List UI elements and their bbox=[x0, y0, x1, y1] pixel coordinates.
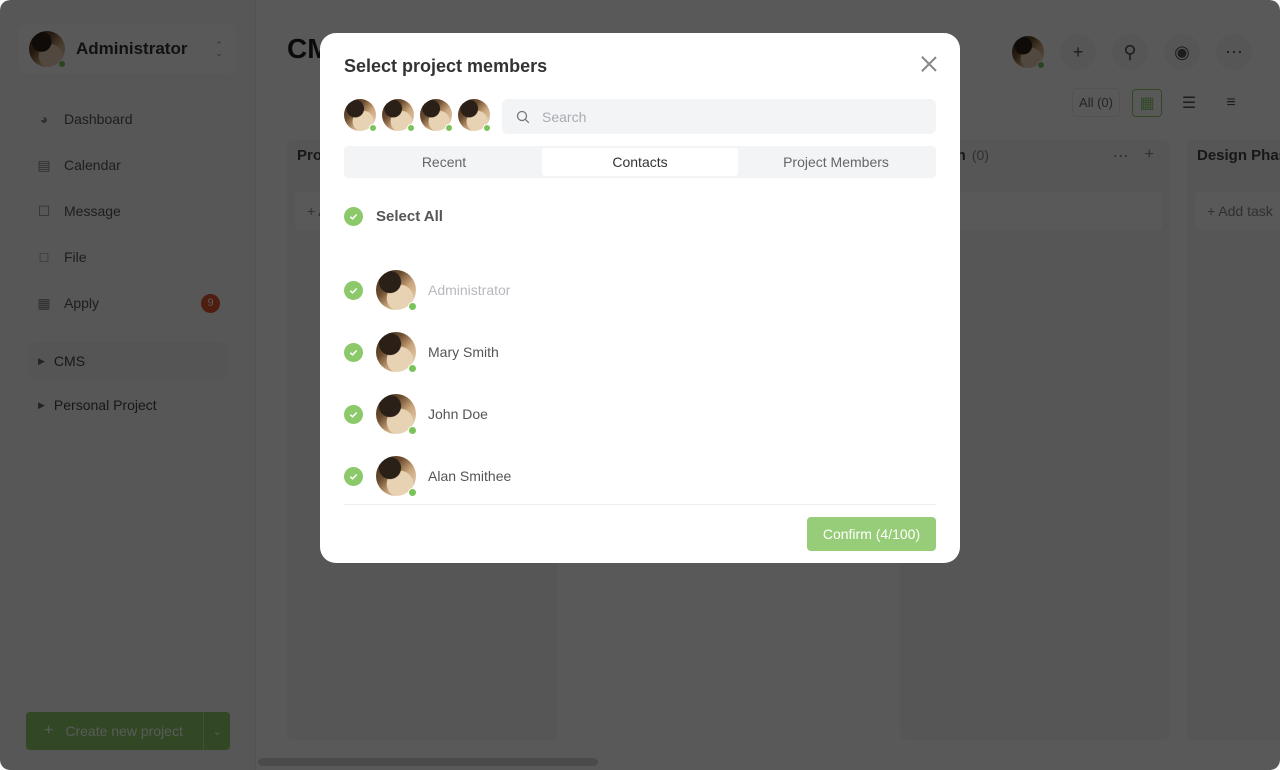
member-avatar bbox=[376, 394, 417, 435]
close-icon[interactable] bbox=[918, 53, 940, 75]
online-indicator bbox=[407, 124, 415, 132]
member-name: Alan Smithee bbox=[428, 468, 512, 484]
member-row[interactable]: Mary Smith bbox=[344, 321, 936, 383]
tab-contacts[interactable]: Contacts bbox=[542, 148, 738, 176]
tab-project-members[interactable]: Project Members bbox=[738, 148, 934, 176]
member-row[interactable]: John Doe bbox=[344, 383, 936, 445]
member-source-tabs: Recent Contacts Project Members bbox=[344, 146, 936, 178]
member-name: Administrator bbox=[428, 282, 511, 298]
search-field[interactable] bbox=[502, 99, 936, 134]
selected-avatar[interactable] bbox=[382, 99, 415, 132]
member-row[interactable]: Alan Smithee bbox=[344, 445, 936, 507]
selected-avatar[interactable] bbox=[420, 99, 453, 132]
footer-divider bbox=[344, 504, 936, 505]
member-list: Administrator Mary Smith John Doe Alan S… bbox=[344, 259, 936, 507]
dialog-title: Select project members bbox=[344, 56, 548, 76]
checked-icon[interactable] bbox=[344, 207, 363, 226]
checked-icon[interactable] bbox=[344, 404, 363, 424]
search-input[interactable] bbox=[542, 108, 936, 125]
selected-members-avatars bbox=[344, 99, 491, 132]
selected-avatar[interactable] bbox=[458, 99, 491, 132]
online-indicator bbox=[408, 302, 417, 311]
checked-icon[interactable] bbox=[344, 280, 363, 300]
confirm-button[interactable]: Confirm (4/100) bbox=[807, 517, 936, 551]
member-name: Mary Smith bbox=[428, 344, 499, 360]
online-indicator bbox=[408, 364, 417, 373]
checked-icon[interactable] bbox=[344, 466, 363, 486]
member-avatar bbox=[376, 270, 417, 311]
member-row[interactable]: Administrator bbox=[344, 259, 936, 321]
member-avatar bbox=[376, 332, 417, 373]
online-indicator bbox=[369, 124, 377, 132]
select-all-label: Select All bbox=[376, 208, 443, 225]
tab-recent[interactable]: Recent bbox=[346, 148, 542, 176]
online-indicator bbox=[408, 426, 417, 435]
online-indicator bbox=[408, 488, 417, 497]
selected-avatar[interactable] bbox=[344, 99, 377, 132]
select-all-checkbox[interactable]: Select All bbox=[344, 207, 443, 226]
search-icon bbox=[516, 110, 530, 123]
member-avatar bbox=[376, 456, 417, 497]
checked-icon[interactable] bbox=[344, 342, 363, 362]
online-indicator bbox=[445, 124, 453, 132]
member-name: John Doe bbox=[428, 406, 488, 422]
online-indicator bbox=[483, 124, 491, 132]
select-members-dialog: Select project members Recent Contacts P… bbox=[320, 33, 960, 563]
